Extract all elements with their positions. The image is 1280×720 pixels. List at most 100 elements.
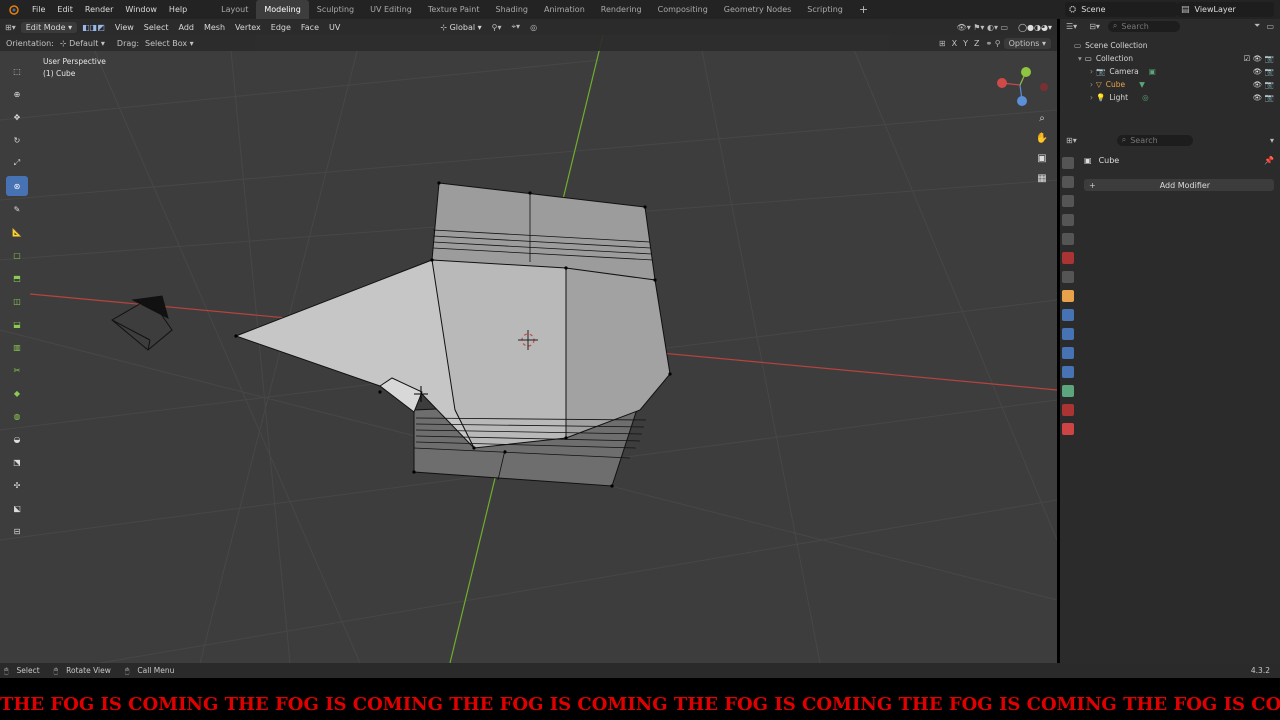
- scale-tool-icon[interactable]: ⤢: [6, 153, 28, 173]
- navigation-gizmo[interactable]: [997, 67, 1048, 106]
- add-modifier-button[interactable]: + Add Modifier: [1084, 179, 1274, 191]
- annotate-tool-icon[interactable]: ✎: [6, 199, 28, 219]
- particles-tab-icon[interactable]: [1062, 328, 1074, 340]
- tab-geometry-nodes[interactable]: Geometry Nodes: [716, 0, 799, 19]
- tab-uv-editing[interactable]: UV Editing: [362, 0, 420, 19]
- edge-slide-tool-icon[interactable]: ⬔: [6, 452, 28, 472]
- properties-search[interactable]: ⌕ Search: [1116, 134, 1193, 146]
- mode-selector[interactable]: Edit Mode ▾: [20, 21, 78, 33]
- tab-texture-paint[interactable]: Texture Paint: [420, 0, 488, 19]
- smooth-tool-icon[interactable]: ◒: [6, 429, 28, 449]
- menu-edge[interactable]: Edge: [266, 23, 296, 32]
- add-cube-tool-icon[interactable]: ▢: [6, 245, 28, 265]
- world-tab-icon[interactable]: [1062, 252, 1074, 264]
- pan-hand-icon[interactable]: ✋: [1033, 133, 1051, 153]
- tab-animation[interactable]: Animation: [536, 0, 593, 19]
- rotate-tool-icon[interactable]: ↻: [6, 130, 28, 150]
- modifier-tab-icon[interactable]: [1062, 309, 1074, 321]
- menu-select[interactable]: Select: [139, 23, 174, 32]
- editor-type-icon[interactable]: ⊞▾: [0, 23, 21, 32]
- output-tab-icon[interactable]: [1062, 195, 1074, 207]
- outliner-row-cube[interactable]: › ▽ Cube ▼ 👁 📷: [1060, 78, 1280, 91]
- bevel-tool-icon[interactable]: ⬓: [6, 314, 28, 334]
- options-dropdown[interactable]: Options ▾: [1003, 37, 1051, 49]
- menu-view[interactable]: View: [110, 23, 139, 32]
- menu-file[interactable]: File: [26, 0, 51, 19]
- expand-arrow-icon[interactable]: ›: [1090, 93, 1093, 102]
- extrude-tool-icon[interactable]: ⬒: [6, 268, 28, 288]
- menu-face[interactable]: Face: [296, 23, 324, 32]
- select-mode-icons[interactable]: ◧◨◩: [77, 23, 110, 32]
- tab-rendering[interactable]: Rendering: [593, 0, 650, 19]
- axis-x-toggle[interactable]: X: [949, 39, 960, 48]
- cube-mesh[interactable]: [234, 181, 672, 488]
- viewport-scene[interactable]: [0, 35, 1057, 663]
- outliner-editor-icon[interactable]: ☰▾: [1066, 22, 1077, 31]
- shading-mode-icons[interactable]: ◯●◑◕▾: [1013, 23, 1057, 32]
- scene-tab-icon[interactable]: [1062, 233, 1074, 245]
- view-layer-selector[interactable]: ▤ ViewLayer: [1177, 2, 1274, 17]
- drag-dropdown[interactable]: Select Box ▾: [142, 39, 197, 48]
- texture-tab-icon[interactable]: [1062, 423, 1074, 435]
- shear-tool-icon[interactable]: ⬕: [6, 498, 28, 518]
- tab-shading[interactable]: Shading: [487, 0, 536, 19]
- camera-object[interactable]: [111, 295, 173, 351]
- inset-tool-icon[interactable]: ◫: [6, 291, 28, 311]
- menu-mesh[interactable]: Mesh: [199, 23, 230, 32]
- expand-arrow-icon[interactable]: ›: [1090, 67, 1093, 76]
- axis-y-toggle[interactable]: Y: [960, 39, 971, 48]
- outliner-row-camera[interactable]: › 📷 Camera ▣ 👁 📷: [1060, 65, 1280, 78]
- move-tool-icon[interactable]: ✥: [6, 107, 28, 127]
- pin-icon[interactable]: 📌: [1264, 156, 1274, 165]
- material-tab-icon[interactable]: [1062, 404, 1074, 416]
- render-tab-icon[interactable]: [1062, 176, 1074, 188]
- orientation-dropdown[interactable]: ⊹ Default ▾: [57, 39, 108, 48]
- checkbox-icon[interactable]: ☑ 👁 📷: [1244, 54, 1274, 63]
- visibility-icons[interactable]: 👁 📷: [1253, 80, 1274, 89]
- rip-tool-icon[interactable]: ⊟: [6, 521, 28, 541]
- spin-tool-icon[interactable]: ◍: [6, 406, 28, 426]
- data-tab-icon[interactable]: [1062, 385, 1074, 397]
- menu-uv[interactable]: UV: [324, 23, 345, 32]
- collection-tab-icon[interactable]: [1062, 271, 1074, 283]
- expand-arrow-icon[interactable]: ›: [1090, 80, 1093, 89]
- transform-orientation-dropdown[interactable]: ⊹ Global ▾: [435, 23, 486, 32]
- loop-cut-tool-icon[interactable]: ▥: [6, 337, 28, 357]
- menu-help[interactable]: Help: [163, 0, 193, 19]
- tool-extra-icons[interactable]: ⚭ ⚲: [982, 39, 1003, 48]
- visibility-icons[interactable]: 👁 📷: [1253, 93, 1274, 102]
- properties-options-icon[interactable]: ▾: [1270, 136, 1274, 145]
- properties-editor-icon[interactable]: ⊞▾: [1066, 136, 1077, 145]
- blender-logo-icon[interactable]: [0, 0, 26, 19]
- tab-sculpting[interactable]: Sculpting: [309, 0, 362, 19]
- scene-selector[interactable]: ⛭ Scene: [1065, 2, 1177, 17]
- outliner-row-scene-collection[interactable]: ▭ Scene Collection: [1060, 39, 1280, 52]
- cursor-tool-icon[interactable]: ⊕: [6, 84, 28, 104]
- add-workspace-icon[interactable]: +: [851, 0, 876, 19]
- zoom-icon[interactable]: ⌕: [1033, 113, 1051, 133]
- menu-vertex[interactable]: Vertex: [230, 23, 266, 32]
- menu-render[interactable]: Render: [79, 0, 119, 19]
- menu-add[interactable]: Add: [173, 23, 199, 32]
- viewport-overlay-icons[interactable]: 👁▾ ⚑▾ ◐▾ ▭: [952, 23, 1014, 32]
- select-box-tool-icon[interactable]: ⬚: [6, 61, 28, 81]
- outliner-row-light[interactable]: › 💡 Light ◎ 👁 📷: [1060, 91, 1280, 104]
- transform-tool-icon[interactable]: ⊛: [6, 176, 28, 196]
- outliner-row-collection[interactable]: ▾ ▭ Collection ☑ 👁 📷: [1060, 52, 1280, 65]
- tab-scripting[interactable]: Scripting: [799, 0, 851, 19]
- outliner-search[interactable]: ⌕ Search: [1107, 20, 1180, 32]
- 3d-viewport[interactable]: User Perspective (1) Cube ⌕ ✋ ▣ ▦: [0, 35, 1057, 663]
- outliner-filter-icon[interactable]: ⊟▾: [1089, 22, 1100, 31]
- tab-layout[interactable]: Layout: [213, 0, 256, 19]
- menu-window[interactable]: Window: [119, 0, 163, 19]
- outliner-filter-funnel-icon[interactable]: ⏷: [1254, 21, 1260, 31]
- visibility-icons[interactable]: 👁 📷: [1253, 67, 1274, 76]
- camera-view-icon[interactable]: ▣: [1033, 153, 1051, 173]
- physics-tab-icon[interactable]: [1062, 347, 1074, 359]
- constraints-tab-icon[interactable]: [1062, 366, 1074, 378]
- shrink-fatten-tool-icon[interactable]: ✣: [6, 475, 28, 495]
- ortho-grid-icon[interactable]: ▦: [1033, 173, 1051, 193]
- pivot-icon[interactable]: ⚲▾: [487, 23, 507, 32]
- axis-z-toggle[interactable]: Z: [971, 39, 982, 48]
- poly-build-tool-icon[interactable]: ◆: [6, 383, 28, 403]
